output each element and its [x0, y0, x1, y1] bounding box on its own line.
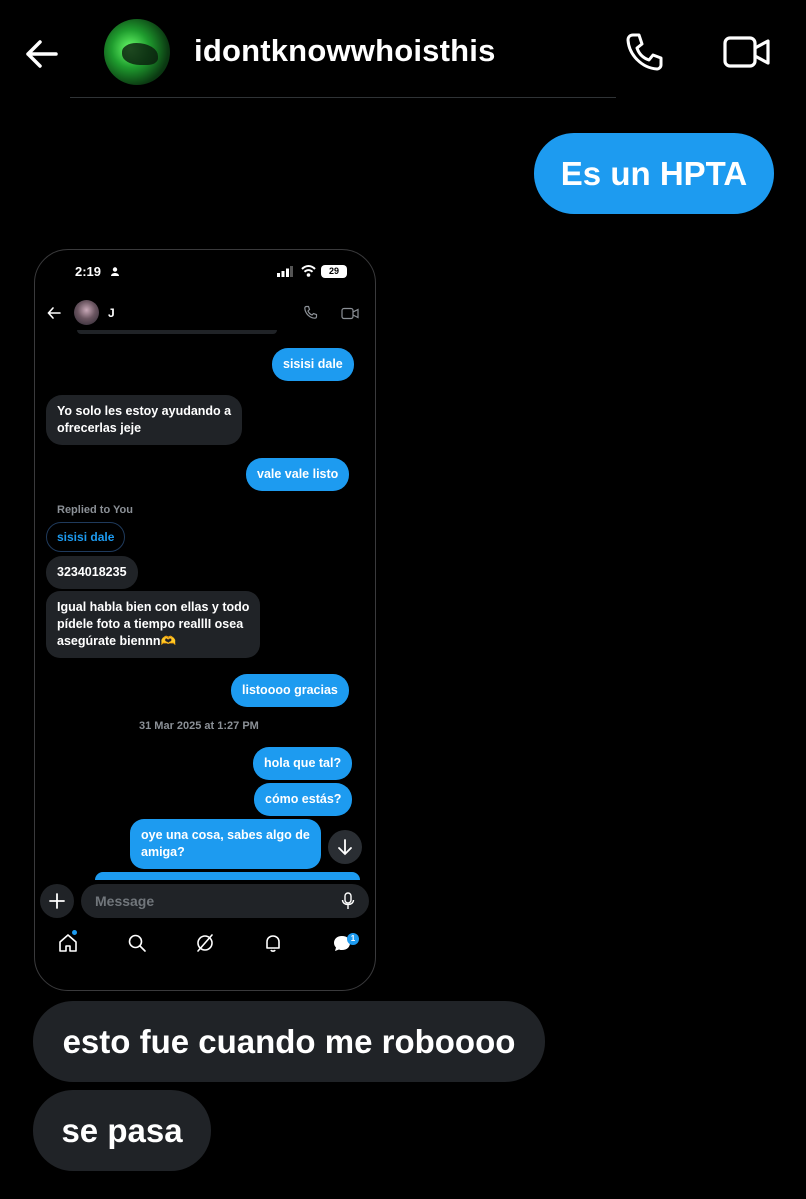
signal-icon	[277, 266, 293, 277]
cropped-message-bubble	[95, 872, 360, 880]
search-icon	[128, 934, 146, 952]
video-call-icon	[341, 307, 359, 320]
arrow-down-icon	[338, 839, 352, 856]
person-icon	[111, 267, 119, 276]
reply-quote: sisisi dale	[46, 522, 126, 552]
microphone-icon	[341, 892, 355, 909]
back-arrow-icon	[47, 307, 61, 319]
video-call-icon[interactable]	[722, 33, 772, 71]
message-bubble-outgoing: cómo estás?	[254, 783, 353, 816]
message-timestamp: 31 Mar 2025 at 1:27 PM	[139, 720, 259, 732]
message-bubble-outgoing: oye una cosa, sabes algo de amiga?	[130, 819, 321, 869]
message-bubble-incoming: 3234018235	[46, 556, 138, 589]
message-bubble-incoming: Yo solo les estoy ayudando a ofrecerlas …	[46, 395, 243, 445]
contact-avatar[interactable]	[104, 19, 170, 85]
message-bubble-outgoing: listoooo gracias	[231, 674, 349, 707]
phone-call-icon	[304, 305, 318, 319]
message-placeholder: Message	[95, 893, 155, 909]
home-icon	[59, 934, 77, 952]
notifications-bell-icon	[266, 935, 280, 952]
message-bubble-outgoing[interactable]: Es un HPTA	[534, 133, 774, 214]
back-arrow-icon[interactable]	[22, 34, 62, 74]
home-notification-dot	[72, 930, 77, 935]
scroll-down-button	[328, 830, 362, 864]
replied-label: Replied to You	[57, 504, 133, 516]
plus-icon	[49, 893, 65, 909]
contact-name: J	[108, 306, 115, 320]
message-text: Es un HPTA	[560, 154, 748, 192]
message-bubble-incoming[interactable]: esto fue cuando me roboooo	[33, 1001, 545, 1082]
message-text: se pasa	[61, 1111, 183, 1149]
battery-indicator: 29	[321, 265, 347, 278]
wifi-icon	[301, 265, 316, 277]
add-media-button	[40, 884, 74, 918]
phone-call-icon[interactable]	[622, 30, 666, 74]
messages-badge: 1	[347, 933, 359, 945]
message-bubble-outgoing: sisisi dale	[272, 348, 354, 381]
conversation-title[interactable]: idontknowwhoisthis	[194, 33, 496, 69]
contact-avatar	[74, 300, 99, 325]
message-bubble-incoming[interactable]: se pasa	[33, 1090, 211, 1171]
message-bubble-outgoing: hola que tal?	[253, 747, 353, 780]
grok-icon	[197, 934, 213, 952]
message-text: esto fue cuando me roboooo	[62, 1022, 516, 1060]
cropped-message-bubble	[77, 330, 277, 334]
header-divider	[70, 97, 616, 98]
message-bubble-incoming: Igual habla bien con ellas y todo pídele…	[46, 591, 261, 658]
image-attachment[interactable]: 2:19 29 J sisisi dale Yo solo les estoy …	[34, 249, 376, 991]
status-time: 2:19	[75, 264, 102, 279]
message-bubble-outgoing: vale vale listo	[246, 458, 350, 491]
